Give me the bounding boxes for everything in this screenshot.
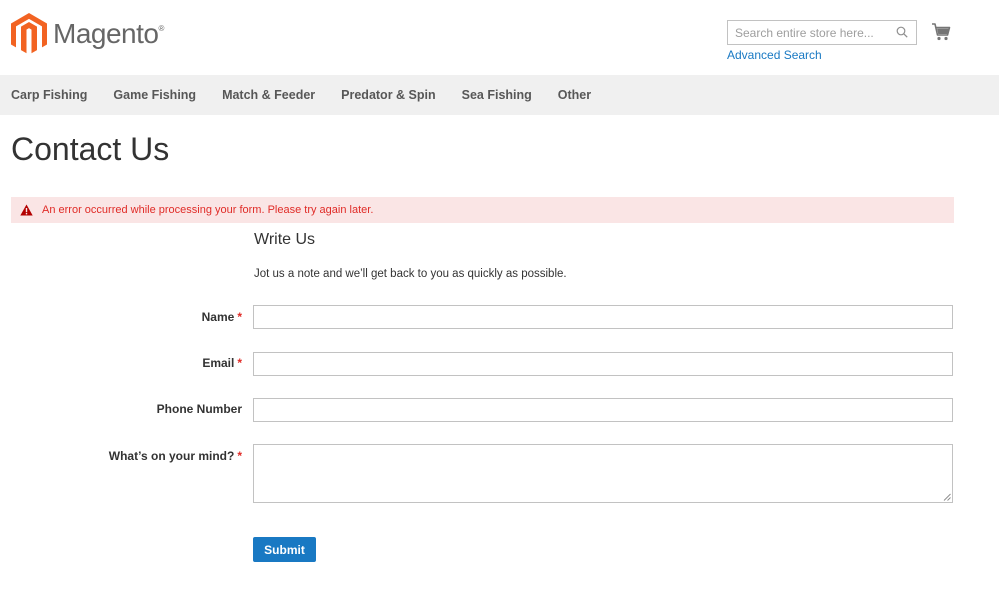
logo-text: Magento®	[53, 18, 164, 49]
nav-item-match-feeder[interactable]: Match & Feeder	[222, 88, 315, 102]
phone-label: Phone Number	[156, 402, 242, 416]
search-input[interactable]	[728, 21, 888, 44]
comment-textarea[interactable]	[253, 444, 953, 503]
main-navigation: Carp Fishing Game Fishing Match & Feeder…	[0, 75, 999, 115]
search-icon[interactable]	[896, 26, 908, 38]
resize-handle-icon[interactable]	[943, 493, 951, 501]
magento-logo-icon	[11, 13, 47, 54]
email-field[interactable]	[253, 352, 953, 376]
error-message-text: An error occurred while processing your …	[42, 204, 374, 216]
name-field[interactable]	[253, 305, 953, 329]
phone-field[interactable]	[253, 398, 953, 422]
page-title: Contact Us	[11, 131, 170, 167]
required-asterisk: *	[237, 356, 242, 370]
required-asterisk: *	[237, 449, 242, 463]
nav-item-other[interactable]: Other	[558, 88, 591, 102]
page-header: Magento® Advanced Search	[0, 0, 999, 75]
comment-label: What’s on your mind? *	[108, 449, 242, 463]
error-message: An error occurred while processing your …	[11, 197, 954, 223]
advanced-search-link[interactable]: Advanced Search	[727, 48, 822, 62]
cart-icon[interactable]	[931, 22, 951, 42]
store-logo[interactable]: Magento®	[11, 13, 164, 55]
submit-button[interactable]: Submit	[253, 537, 316, 562]
registered-mark: ®	[158, 24, 164, 33]
warning-icon	[20, 204, 33, 216]
required-asterisk: *	[237, 310, 242, 324]
form-legend: Write Us	[254, 231, 316, 248]
name-label: Name *	[201, 310, 242, 324]
nav-item-carp-fishing[interactable]: Carp Fishing	[11, 88, 87, 102]
nav-item-game-fishing[interactable]: Game Fishing	[113, 88, 196, 102]
nav-item-predator-spin[interactable]: Predator & Spin	[341, 88, 435, 102]
form-note: Jot us a note and we’ll get back to you …	[254, 268, 567, 280]
nav-item-sea-fishing[interactable]: Sea Fishing	[462, 88, 532, 102]
search-box	[727, 20, 917, 45]
email-label: Email *	[202, 356, 242, 370]
